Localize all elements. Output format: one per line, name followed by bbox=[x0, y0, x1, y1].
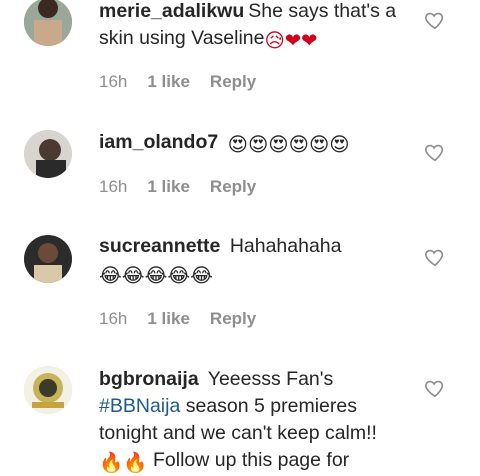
comment-meta: 16h 1 like Reply bbox=[99, 177, 256, 197]
reply-button[interactable]: Reply bbox=[210, 72, 256, 92]
comment-body: bgbronaija Yeeesss Fan's #BBNaija season… bbox=[99, 366, 411, 476]
comment-meta: 16h 1 like Reply bbox=[99, 72, 256, 92]
comment-body: sucreannette Hahahahaha 😂😂😂😂😂 bbox=[99, 233, 411, 290]
comment-likes[interactable]: 1 like bbox=[147, 177, 190, 197]
comment-time: 16h bbox=[99, 72, 128, 91]
comment-body: merie_adalikwu She says that's a skin usi… bbox=[99, 0, 411, 55]
comment-text: Yeeesss Fan's bbox=[207, 368, 334, 390]
hashtag-link[interactable]: #BBNaija bbox=[99, 395, 180, 417]
reply-button[interactable]: Reply bbox=[210, 177, 256, 197]
comment-emojis: 😍😍😍😍😍😍 bbox=[227, 134, 350, 156]
comment-username[interactable]: bgbronaija bbox=[99, 368, 199, 390]
avatar[interactable] bbox=[24, 130, 72, 178]
avatar-image bbox=[24, 0, 72, 46]
avatar-image bbox=[24, 130, 72, 178]
comment-likes[interactable]: 1 like bbox=[147, 309, 190, 329]
comment-text-tail: Follow up this page for bbox=[152, 449, 350, 471]
comment-username[interactable]: iam_olando7 bbox=[99, 131, 218, 153]
reply-button[interactable]: Reply bbox=[210, 309, 256, 329]
comment-time: 16h bbox=[99, 309, 128, 328]
avatar-image bbox=[24, 366, 72, 414]
avatar[interactable] bbox=[24, 0, 72, 46]
comment-emojis: 😥❤❤ bbox=[264, 30, 318, 52]
comment-emojis: 🔥🔥 bbox=[99, 452, 148, 474]
heart-outline-icon[interactable] bbox=[424, 377, 446, 399]
comment-username[interactable]: sucreannette bbox=[99, 235, 220, 257]
comment-meta: 16h 1 like Reply bbox=[99, 309, 256, 329]
comment-emojis: 😂😂😂😂😂 bbox=[99, 265, 213, 287]
comment-time: 16h bbox=[99, 177, 128, 196]
heart-outline-icon[interactable] bbox=[424, 9, 446, 31]
avatar-image bbox=[24, 235, 72, 283]
comment-text: Hahahahaha bbox=[229, 235, 342, 257]
avatar[interactable] bbox=[24, 366, 72, 414]
heart-outline-icon[interactable] bbox=[424, 141, 446, 163]
avatar[interactable] bbox=[24, 235, 72, 283]
heart-outline-icon[interactable] bbox=[424, 246, 446, 268]
comment-body: iam_olando7 😍😍😍😍😍😍 bbox=[99, 129, 411, 159]
comments-list: merie_adalikwu She says that's a skin usi… bbox=[0, 0, 480, 476]
comment-likes[interactable]: 1 like bbox=[147, 72, 190, 92]
comment-username[interactable]: merie_adalikwu bbox=[99, 0, 244, 22]
